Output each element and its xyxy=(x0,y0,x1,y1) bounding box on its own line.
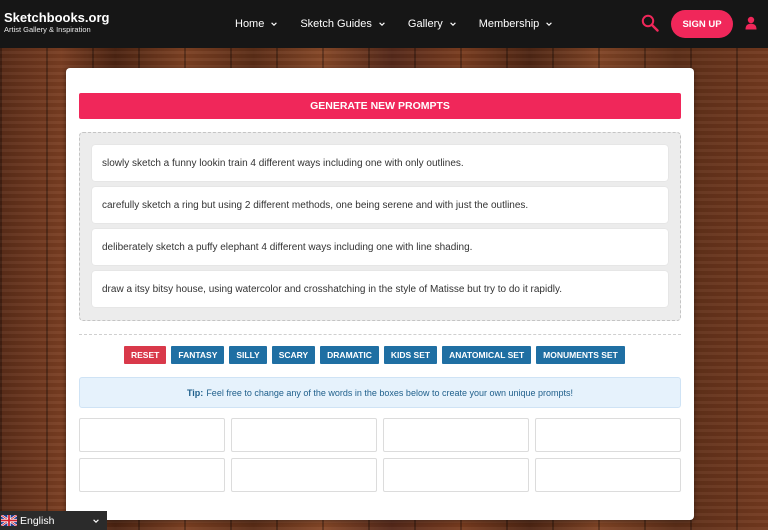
main-nav: Home Sketch Guides Gallery Membership xyxy=(235,0,575,48)
nav-item-label: Home xyxy=(235,18,265,30)
chevron-down-icon xyxy=(449,22,456,26)
anatomical-set-button[interactable]: ANATOMICAL SET xyxy=(442,346,532,364)
prompt-item: deliberately sketch a puffy elephant 4 d… xyxy=(92,229,668,265)
prompt-set-buttons: RESET FANTASY SILLY SCARY DRAMATIC KIDS … xyxy=(124,346,630,364)
word-input[interactable] xyxy=(383,458,529,492)
nav-item-gallery[interactable]: Gallery xyxy=(408,18,457,30)
reset-button[interactable]: RESET xyxy=(124,346,167,364)
nav-item-sketch-guides[interactable]: Sketch Guides xyxy=(300,18,386,30)
monuments-set-button[interactable]: MONUMENTS SET xyxy=(536,346,625,364)
word-input[interactable] xyxy=(231,418,377,452)
brand[interactable]: Sketchbooks.org Artist Gallery & Inspira… xyxy=(4,10,109,35)
prompt-generator-card: GENERATE NEW PROMPTS slowly sketch a fun… xyxy=(66,68,694,520)
prompt-item: carefully sketch a ring but using 2 diff… xyxy=(92,187,668,223)
site-header: Sketchbooks.org Artist Gallery & Inspira… xyxy=(0,0,768,48)
tip-box: Tip: Feel free to change any of the word… xyxy=(79,377,681,408)
language-selector[interactable]: English xyxy=(0,511,107,530)
uk-flag-icon xyxy=(1,515,17,526)
site-title[interactable]: Sketchbooks.org xyxy=(4,10,109,25)
sign-up-button[interactable]: SIGN UP xyxy=(671,10,733,38)
chevron-down-icon xyxy=(379,22,385,26)
chevron-down-icon xyxy=(271,22,278,26)
nav-item-label: Gallery xyxy=(407,18,443,30)
nav-item-label: Sketch Guides xyxy=(300,18,372,30)
site-subtitle: Artist Gallery & Inspiration xyxy=(4,25,91,34)
dramatic-set-button[interactable]: DRAMATIC xyxy=(320,346,379,364)
tip-text: Feel free to change any of the words in … xyxy=(206,387,574,398)
generate-prompts-button[interactable]: GENERATE NEW PROMPTS xyxy=(79,93,681,119)
word-input[interactable] xyxy=(535,458,681,492)
tip-label: Tip: xyxy=(186,387,204,398)
language-label: English xyxy=(20,514,55,527)
word-input[interactable] xyxy=(383,418,529,452)
prompt-item: slowly sketch a funny lookin train 4 dif… xyxy=(92,145,668,181)
word-input[interactable] xyxy=(231,458,377,492)
prompts-list: slowly sketch a funny lookin train 4 dif… xyxy=(79,132,681,321)
scary-set-button[interactable]: SCARY xyxy=(271,346,316,364)
word-input[interactable] xyxy=(79,458,225,492)
nav-item-home[interactable]: Home xyxy=(235,18,278,30)
word-input[interactable] xyxy=(79,418,225,452)
chevron-down-icon xyxy=(546,22,553,26)
silly-set-button[interactable]: SILLY xyxy=(229,346,267,364)
user-icon[interactable] xyxy=(745,16,757,30)
search-icon[interactable] xyxy=(641,14,659,32)
chevron-down-icon xyxy=(93,519,99,523)
word-input[interactable] xyxy=(535,418,681,452)
nav-item-label: Membership xyxy=(478,18,540,30)
nav-item-membership[interactable]: Membership xyxy=(479,18,554,30)
prompt-item: draw a itsy bitsy house, using watercolo… xyxy=(92,271,668,307)
kids-set-button[interactable]: KIDS SET xyxy=(383,346,438,364)
fantasy-set-button[interactable]: FANTASY xyxy=(171,346,225,364)
divider xyxy=(79,334,681,335)
